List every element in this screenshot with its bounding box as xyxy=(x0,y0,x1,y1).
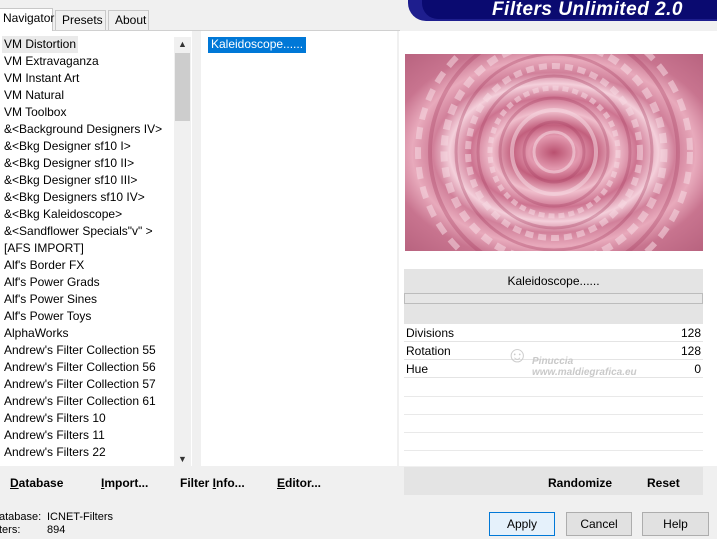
param-value[interactable]: 0 xyxy=(694,362,701,376)
param-empty-row xyxy=(404,450,703,451)
filters-status-value: 894 xyxy=(47,524,66,536)
tab-navigator[interactable]: Navigator xyxy=(0,8,55,31)
filters-status-label: ters: xyxy=(0,524,21,536)
filter-info-label: nfo... xyxy=(216,476,245,490)
editor-mnemonic: E xyxy=(277,476,286,490)
watermark-line2: www.maldiegrafica.eu xyxy=(532,367,637,378)
filter-list-item[interactable]: &<Bkg Designer sf10 I> xyxy=(2,138,133,155)
params-header xyxy=(404,304,703,324)
param-empty-row xyxy=(404,396,703,397)
preview-image xyxy=(405,54,703,251)
database-status-label: atabase: xyxy=(0,511,42,523)
randomize-button[interactable]: Randomize xyxy=(548,476,612,490)
banner-title: Filters Unlimited 2.0 xyxy=(491,0,683,20)
editor-label: ditor... xyxy=(285,476,322,490)
filter-list-item[interactable]: Andrew's Filter Collection 57 xyxy=(2,376,158,393)
param-name: Rotation xyxy=(406,344,451,358)
reset-button[interactable]: Reset xyxy=(647,476,680,490)
tab-navigator-label: Navigator xyxy=(3,11,55,25)
filter-list-item[interactable]: Andrew's Filter Collection 55 xyxy=(2,342,158,359)
effects-list[interactable]: Kaleidoscope...... xyxy=(201,31,397,466)
param-empty-row xyxy=(404,414,703,415)
filter-list-item[interactable]: VM Toolbox xyxy=(2,104,68,121)
filter-list-item[interactable]: VM Distortion xyxy=(2,36,79,53)
filter-list-item[interactable]: Alf's Power Grads xyxy=(2,274,102,291)
scroll-down-arrow-icon[interactable]: ▼ xyxy=(174,452,191,466)
param-name: Divisions xyxy=(406,326,455,340)
tab-presets[interactable]: Presets xyxy=(55,10,106,30)
filter-list-item[interactable]: &<Bkg Designers sf10 IV> xyxy=(2,189,147,206)
param-value[interactable]: 128 xyxy=(681,326,701,340)
filter-list-item[interactable]: VM Instant Art xyxy=(2,70,81,87)
filter-list-item[interactable]: &<Sandflower Specials"v" > xyxy=(2,223,155,240)
param-value[interactable]: 128 xyxy=(681,344,701,358)
database-mnemonic: D xyxy=(10,476,19,490)
progress-bar xyxy=(404,293,703,304)
database-label: atabase xyxy=(18,476,64,490)
tab-about-label: About xyxy=(115,13,147,27)
filter-list-item[interactable]: &<Background Designers IV> xyxy=(2,121,164,138)
import-button[interactable]: Import... xyxy=(101,476,148,490)
watermark-logo-icon: ☺ xyxy=(506,342,529,367)
tab-bar: Presets About Navigator xyxy=(0,8,400,31)
filter-list-item[interactable]: Andrew's Filter Collection 56 xyxy=(2,359,158,376)
filter-list-item[interactable]: Alf's Border FX xyxy=(2,257,86,274)
effect-item-kaleidoscope[interactable]: Kaleidoscope...... xyxy=(208,37,307,53)
filter-list-scrollbar[interactable]: ▲ ▼ xyxy=(174,37,191,466)
import-label: mport... xyxy=(104,476,149,490)
app-banner: Filters Unlimited 2.0 xyxy=(408,0,717,21)
scroll-up-arrow-icon[interactable]: ▲ xyxy=(174,37,191,51)
filter-list-item[interactable]: [AFS IMPORT] xyxy=(2,240,86,257)
watermark: ☺ Pinuccia www.maldiegrafica.eu xyxy=(500,338,660,380)
apply-button[interactable]: Apply xyxy=(489,512,555,536)
tab-about[interactable]: About xyxy=(108,10,149,30)
param-name: Hue xyxy=(406,362,429,376)
filter-list-item[interactable]: &<Bkg Designer sf10 II> xyxy=(2,155,136,172)
database-button[interactable]: Database xyxy=(10,476,63,490)
filter-list-item[interactable]: Andrew's Filters 10 xyxy=(2,410,108,427)
filter-list-item[interactable]: Andrew's Filters 11 xyxy=(2,427,107,444)
watermark-line1: Pinuccia xyxy=(532,356,574,367)
filter-category-list[interactable]: VM Distortion VM Extravaganza VM Instant A… xyxy=(0,31,192,466)
cancel-button[interactable]: Cancel xyxy=(566,512,632,536)
filter-list-item[interactable]: AlphaWorks xyxy=(2,325,70,342)
filter-info-prefix: Filter xyxy=(180,476,213,490)
database-status-value: ICNET-Filters xyxy=(47,511,113,523)
filter-list-item[interactable]: Andrew's Filter Collection 61 xyxy=(2,393,158,410)
param-empty-row xyxy=(404,432,703,433)
filter-list-item[interactable]: VM Extravaganza xyxy=(2,53,101,70)
filter-list-item[interactable]: Andrew's Filters 22 xyxy=(2,444,108,461)
filter-list-item[interactable]: &<Bkg Kaleidoscope> xyxy=(2,206,124,223)
tab-presets-label: Presets xyxy=(62,13,103,27)
scroll-thumb[interactable] xyxy=(175,53,190,121)
filter-list-item[interactable]: Alf's Power Sines xyxy=(2,291,99,308)
filter-list-item[interactable]: VM Natural xyxy=(2,87,66,104)
effect-name-label: Kaleidoscope...... xyxy=(404,269,703,293)
filter-info-button[interactable]: Filter Info... xyxy=(180,476,245,490)
editor-button[interactable]: Editor... xyxy=(277,476,321,490)
help-button[interactable]: Help xyxy=(642,512,709,536)
filter-list-item[interactable]: &<Bkg Designer sf10 III> xyxy=(2,172,139,189)
filter-list-item[interactable]: Alf's Power Toys xyxy=(2,308,93,325)
